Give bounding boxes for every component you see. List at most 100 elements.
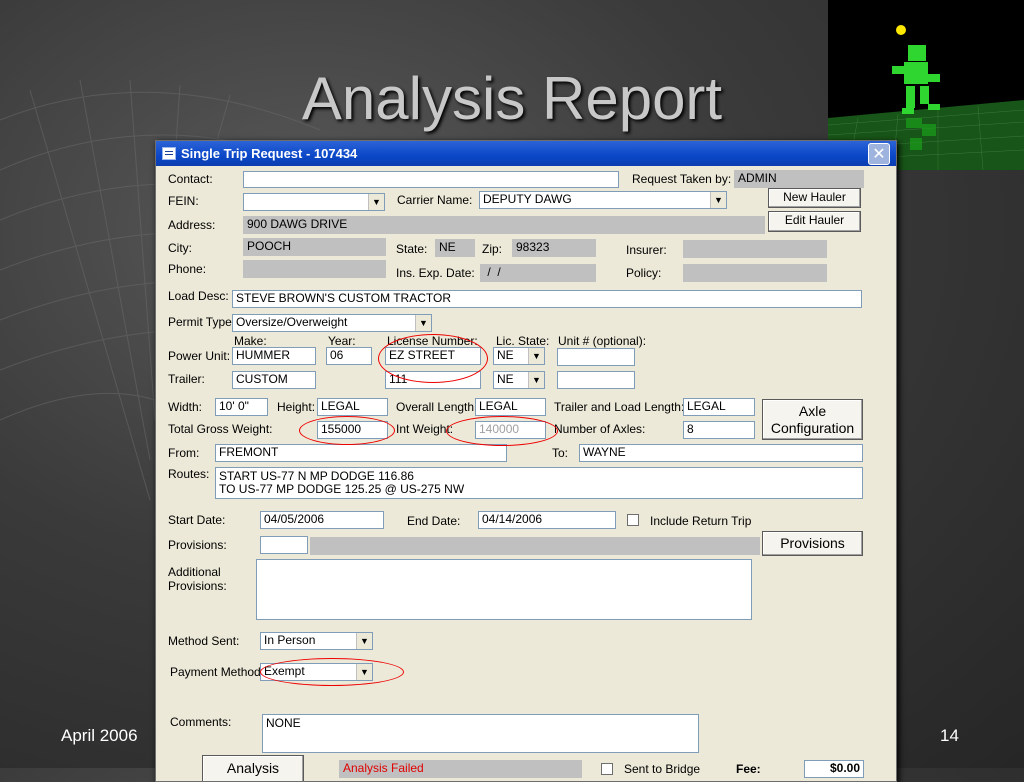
- trailer-label: Trailer:: [168, 372, 205, 386]
- power-unit-lic-state-dropdown[interactable]: NE ▼: [493, 347, 545, 365]
- phone-label: Phone:: [168, 262, 207, 276]
- ins-exp-date-field: / /: [480, 264, 596, 282]
- slide-number: 14: [940, 726, 959, 745]
- comments-field[interactable]: NONE: [262, 714, 699, 753]
- width-field[interactable]: 10' 0": [215, 398, 268, 416]
- request-taken-by-field: ADMIN: [734, 170, 864, 188]
- highlight-circle-license: [378, 334, 488, 383]
- highlight-circle-payment-method: [260, 658, 404, 686]
- method-sent-dropdown[interactable]: In Person ▼: [260, 632, 373, 650]
- fee-field: $0.00: [804, 760, 864, 778]
- overall-length-label: Overall Length:: [396, 400, 478, 414]
- start-date-field[interactable]: 04/05/2006: [260, 511, 384, 529]
- height-field[interactable]: LEGAL: [317, 398, 388, 416]
- highlight-circle-int-weight: [446, 416, 558, 446]
- address-label: Address:: [168, 218, 216, 232]
- from-label: From:: [168, 446, 200, 460]
- request-taken-by-label: Request Taken by:: [632, 172, 732, 186]
- form-icon: [162, 147, 176, 160]
- additional-provisions-field[interactable]: [256, 559, 752, 620]
- load-desc-label: Load Desc:: [168, 289, 229, 303]
- edit-hauler-button[interactable]: Edit Hauler: [768, 211, 861, 232]
- contact-field[interactable]: [243, 171, 619, 188]
- number-of-axles-label: Number of Axles:: [554, 422, 646, 436]
- to-field[interactable]: WAYNE: [579, 444, 863, 462]
- include-return-trip-checkbox[interactable]: [627, 514, 639, 526]
- provisions-button[interactable]: Provisions: [762, 531, 863, 556]
- chevron-down-icon: ▼: [356, 633, 372, 649]
- power-unit-unit-field[interactable]: [557, 348, 635, 366]
- highlight-circle-total-gross-weight: [299, 416, 395, 445]
- permit-type-label: Permit Type:: [168, 315, 236, 329]
- method-sent-label: Method Sent:: [168, 634, 240, 648]
- unit-number-label: Unit # (optional):: [558, 334, 647, 348]
- width-label: Width:: [168, 400, 203, 414]
- trailer-load-length-label: Trailer and Load Length:: [554, 400, 685, 414]
- city-field: POOCH: [243, 238, 386, 256]
- trailer-unit-field[interactable]: [557, 371, 635, 389]
- axle-configuration-button[interactable]: Axle Configuration: [762, 399, 863, 440]
- lic-state-label: Lic. State:: [496, 334, 550, 348]
- insurer-label: Insurer:: [626, 243, 667, 257]
- state-field: NE: [435, 239, 475, 257]
- fein-label: FEIN:: [168, 194, 199, 208]
- permit-type-dropdown[interactable]: Oversize/Overweight ▼: [232, 314, 432, 332]
- fein-dropdown[interactable]: ▼: [243, 193, 385, 211]
- single-trip-request-dialog: Single Trip Request - 107434 ✕ Contact: …: [155, 140, 897, 782]
- form-body: Contact: Request Taken by: ADMIN FEIN: ▼…: [156, 166, 896, 781]
- load-desc-field[interactable]: STEVE BROWN'S CUSTOM TRACTOR: [232, 290, 862, 308]
- analysis-button[interactable]: Analysis: [202, 755, 304, 781]
- permit-type-value: Oversize/Overweight: [236, 315, 348, 329]
- address-field: 900 DAWG DRIVE: [243, 216, 765, 234]
- total-gross-weight-label: Total Gross Weight:: [168, 422, 273, 436]
- overall-length-field[interactable]: LEGAL: [475, 398, 546, 416]
- provisions-code-field[interactable]: [260, 536, 308, 554]
- chevron-down-icon: ▼: [528, 372, 544, 388]
- chevron-down-icon: ▼: [368, 194, 384, 210]
- number-of-axles-field[interactable]: 8: [683, 421, 755, 439]
- dialog-titlebar[interactable]: Single Trip Request - 107434 ✕: [156, 141, 896, 166]
- sent-to-bridge-checkbox[interactable]: [601, 763, 613, 775]
- ins-exp-date-label: Ins. Exp. Date:: [396, 266, 475, 280]
- close-button[interactable]: ✕: [868, 143, 890, 165]
- power-unit-label: Power Unit:: [168, 349, 231, 363]
- make-label: Make:: [234, 334, 267, 348]
- provisions-desc-field: [310, 537, 760, 555]
- comments-label: Comments:: [170, 715, 232, 729]
- chevron-down-icon: ▼: [415, 315, 431, 331]
- year-label: Year:: [328, 334, 356, 348]
- height-label: Height:: [277, 400, 316, 414]
- from-field[interactable]: FREMONT: [215, 444, 507, 462]
- state-label: State:: [396, 242, 428, 256]
- power-unit-make-field[interactable]: HUMMER: [232, 347, 316, 365]
- dialog-title: Single Trip Request - 107434: [181, 146, 358, 161]
- carrier-name-value: DEPUTY DAWG: [483, 192, 572, 206]
- to-label: To:: [552, 446, 569, 460]
- trailer-lic-state-dropdown[interactable]: NE ▼: [493, 371, 545, 389]
- analysis-status-field: Analysis Failed: [339, 760, 582, 778]
- chevron-down-icon: ▼: [528, 348, 544, 364]
- trailer-make-field[interactable]: CUSTOM: [232, 371, 316, 389]
- zip-label: Zip:: [482, 242, 503, 256]
- sent-to-bridge-label: Sent to Bridge: [624, 762, 701, 776]
- fee-label: Fee:: [736, 762, 761, 776]
- power-unit-year-field[interactable]: 06: [326, 347, 372, 365]
- additional-provisions-label: Additional Provisions:: [168, 565, 227, 593]
- new-hauler-button[interactable]: New Hauler: [768, 188, 861, 208]
- include-return-trip-label: Include Return Trip: [650, 514, 752, 528]
- end-date-field[interactable]: 04/14/2006: [478, 511, 616, 529]
- routes-field[interactable]: START US-77 N MP DODGE 116.86 TO US-77 M…: [215, 467, 863, 499]
- int-weight-label: Int Weight:: [396, 422, 454, 436]
- contact-label: Contact:: [168, 172, 213, 186]
- phone-field: [243, 260, 386, 278]
- carrier-name-dropdown[interactable]: DEPUTY DAWG ▼: [479, 191, 727, 209]
- footer-date: April 2006: [61, 726, 138, 745]
- zip-field: 98323: [512, 239, 596, 257]
- payment-method-label: Payment Method:: [170, 665, 265, 679]
- chevron-down-icon: ▼: [710, 192, 726, 208]
- end-date-label: End Date:: [407, 514, 461, 528]
- carrier-name-label: Carrier Name:: [397, 193, 473, 207]
- trailer-load-length-field[interactable]: LEGAL: [683, 398, 755, 416]
- city-label: City:: [168, 241, 192, 255]
- trailer-lic-state-value: NE: [497, 372, 514, 386]
